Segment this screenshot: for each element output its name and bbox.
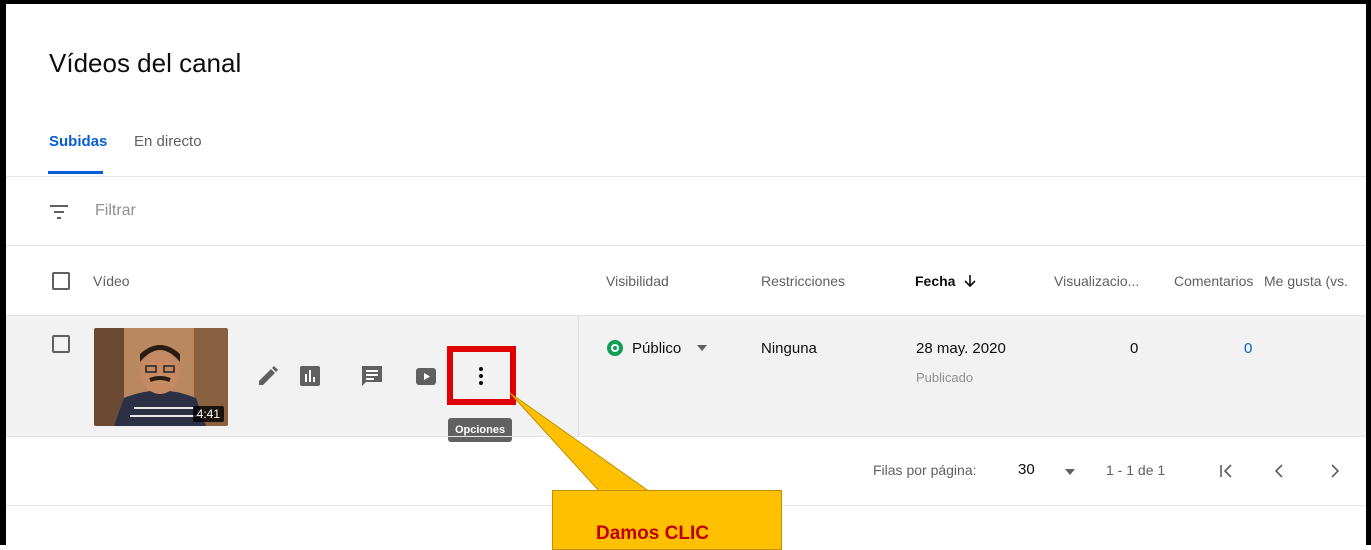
callout-pointer [509, 392, 652, 493]
annotation-callout-text: Damos CLIC [596, 523, 709, 544]
